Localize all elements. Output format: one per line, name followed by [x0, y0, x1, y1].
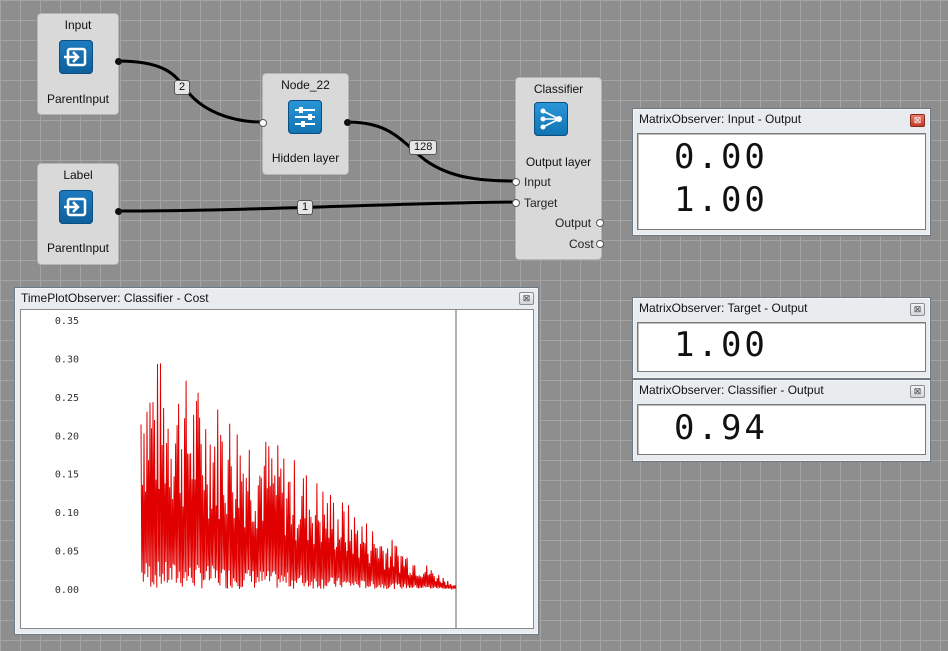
label-node-title: Label [63, 168, 93, 182]
close-icon[interactable]: ⊠ [519, 292, 534, 305]
hidden-layer-node[interactable]: Node_22 Hidden layer [259, 73, 351, 175]
edge-label-label-target[interactable]: 1 [297, 200, 314, 215]
classifier-output-port[interactable] [596, 219, 604, 227]
hidden-output-port[interactable] [344, 119, 351, 126]
window-title: MatrixObserver: Classifier - Output [639, 383, 824, 397]
y-tick-label: 0.15 [55, 470, 79, 481]
cost-plot-area: 0.35 0.30 0.25 0.20 0.15 0.10 0.05 0.00 [20, 309, 534, 629]
input-node-title: Input [64, 18, 92, 32]
classifier-output-label: Output [555, 216, 592, 230]
y-tick-label: 0.30 [55, 354, 79, 365]
classifier-node-subtitle: Output layer [525, 155, 592, 169]
matrix-value: 1.00 [674, 325, 768, 365]
classifier-output-observer-window[interactable]: MatrixObserver: Classifier - Output ⊠ 0.… [632, 379, 931, 462]
input-output-observer-window[interactable]: MatrixObserver: Input - Output ⊠ 0.00 1.… [632, 108, 931, 236]
classifier-node[interactable]: Classifier Output layer Input Target Out… [512, 77, 604, 260]
classifier-target-port[interactable] [512, 199, 520, 207]
matrix-value: 0.00 [674, 137, 768, 177]
window-title: MatrixObserver: Target - Output [639, 301, 808, 315]
edge-label-input-hidden[interactable]: 2 [174, 80, 191, 95]
cost-series-line [140, 363, 457, 591]
input-node-subtitle: ParentInput [46, 92, 110, 106]
matrix-value: 0.94 [674, 408, 768, 448]
y-tick-label: 0.20 [55, 431, 79, 442]
y-tick-label: 0.35 [55, 316, 79, 327]
label-node-subtitle: ParentInput [46, 241, 110, 255]
classifier-cost-label: Cost [569, 237, 594, 251]
window-title: TimePlotObserver: Classifier - Cost [21, 291, 209, 305]
classifier-node-title: Classifier [533, 82, 584, 96]
target-output-observer-window[interactable]: MatrixObserver: Target - Output ⊠ 1.00 [632, 297, 931, 379]
classifier-input-label: Input [524, 175, 551, 189]
window-title: MatrixObserver: Input - Output [639, 112, 802, 126]
matrix-display: 1.00 [637, 322, 926, 372]
input-arrow-icon [59, 190, 93, 224]
hidden-node-title: Node_22 [281, 78, 330, 92]
y-tick-label: 0.05 [55, 547, 79, 558]
matrix-display: 0.94 [637, 404, 926, 455]
hidden-node-subtitle: Hidden layer [271, 151, 340, 165]
classifier-target-label: Target [524, 196, 558, 210]
matrix-value: 1.00 [674, 180, 768, 220]
cost-plot-window[interactable]: TimePlotObserver: Classifier - Cost ⊠ 0.… [14, 287, 539, 635]
hidden-input-port[interactable] [259, 119, 267, 127]
y-tick-label: 0.10 [55, 508, 79, 519]
input-arrow-icon [59, 40, 93, 74]
close-icon[interactable]: ⊠ [910, 114, 925, 127]
y-tick-label: 0.25 [55, 393, 79, 404]
classifier-cost-port[interactable] [596, 240, 604, 248]
input-output-port[interactable] [115, 58, 122, 65]
cost-chart: 0.35 0.30 0.25 0.20 0.15 0.10 0.05 0.00 [55, 310, 457, 628]
matrix-display: 0.00 1.00 [637, 133, 926, 230]
network-icon [534, 102, 568, 136]
sliders-icon [288, 100, 322, 134]
y-tick-label: 0.00 [55, 585, 79, 596]
label-output-port[interactable] [115, 208, 122, 215]
edge-label-hidden-classifier[interactable]: 128 [409, 140, 438, 155]
label-node[interactable]: Label ParentInput [37, 163, 122, 265]
classifier-input-port[interactable] [512, 178, 520, 186]
close-icon[interactable]: ⊠ [910, 303, 925, 316]
input-node[interactable]: Input ParentInput [37, 13, 122, 115]
close-icon[interactable]: ⊠ [910, 385, 925, 398]
